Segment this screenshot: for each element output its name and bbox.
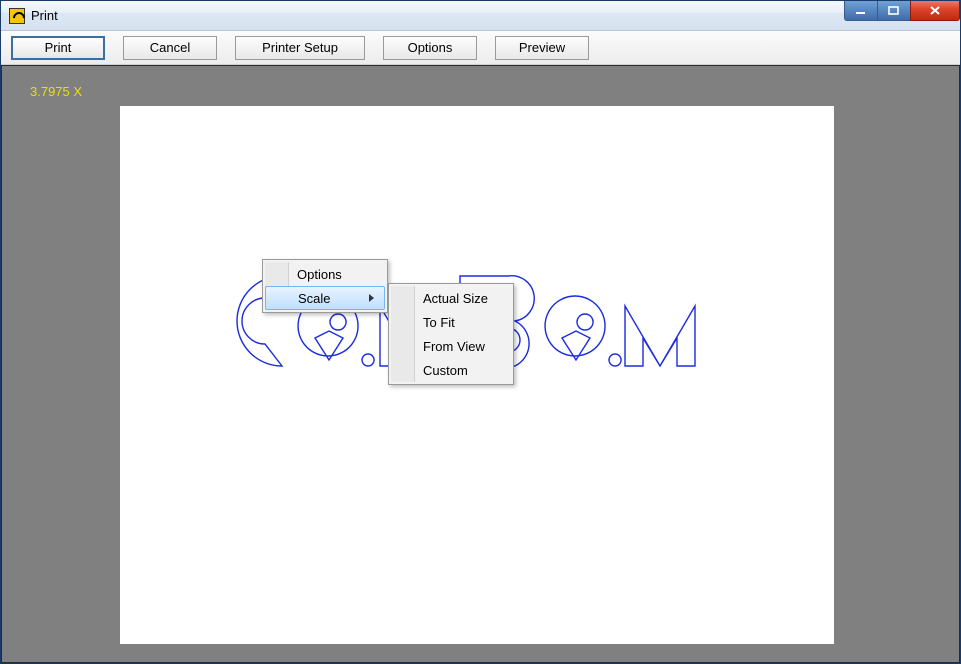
scale-to-fit-label: To Fit [423,315,455,330]
printer-setup-button-label: Printer Setup [262,40,338,55]
maximize-icon [888,6,900,16]
window-title: Print [31,8,58,23]
context-menu: Options Scale [262,259,388,313]
scale-from-view-label: From View [423,339,485,354]
minimize-icon [855,6,867,16]
scale-to-fit[interactable]: To Fit [391,310,511,334]
options-button-label: Options [408,40,453,55]
context-menu-options-label: Options [297,267,342,282]
context-menu-scale-label: Scale [298,291,331,306]
submenu-arrow-icon [369,294,374,302]
options-button[interactable]: Options [383,36,477,60]
context-menu-options[interactable]: Options [265,262,385,286]
scale-actual-size[interactable]: Actual Size [391,286,511,310]
print-dialog-window: Print Print Cancel Printer Setup [0,0,961,664]
context-menu-scale[interactable]: Scale [265,286,385,310]
scale-custom[interactable]: Custom [391,358,511,382]
window-controls [845,1,960,21]
preview-button-label: Preview [519,40,565,55]
scale-submenu: Actual Size To Fit From View Custom [388,283,514,385]
app-icon [9,8,25,24]
close-button[interactable] [910,1,960,21]
scale-custom-label: Custom [423,363,468,378]
scale-from-view[interactable]: From View [391,334,511,358]
preview-button[interactable]: Preview [495,36,589,60]
minimize-button[interactable] [844,1,878,21]
print-button[interactable]: Print [11,36,105,60]
cancel-button[interactable]: Cancel [123,36,217,60]
toolbar: Print Cancel Printer Setup Options Previ… [1,31,960,65]
preview-workspace[interactable]: 3.7975 X [1,65,960,663]
printer-setup-button[interactable]: Printer Setup [235,36,365,60]
scale-actual-size-label: Actual Size [423,291,488,306]
print-button-label: Print [45,40,72,55]
cancel-button-label: Cancel [150,40,190,55]
close-icon [928,5,942,16]
zoom-display: 3.7975 X [30,84,82,99]
titlebar: Print [1,1,960,31]
maximize-button[interactable] [877,1,911,21]
